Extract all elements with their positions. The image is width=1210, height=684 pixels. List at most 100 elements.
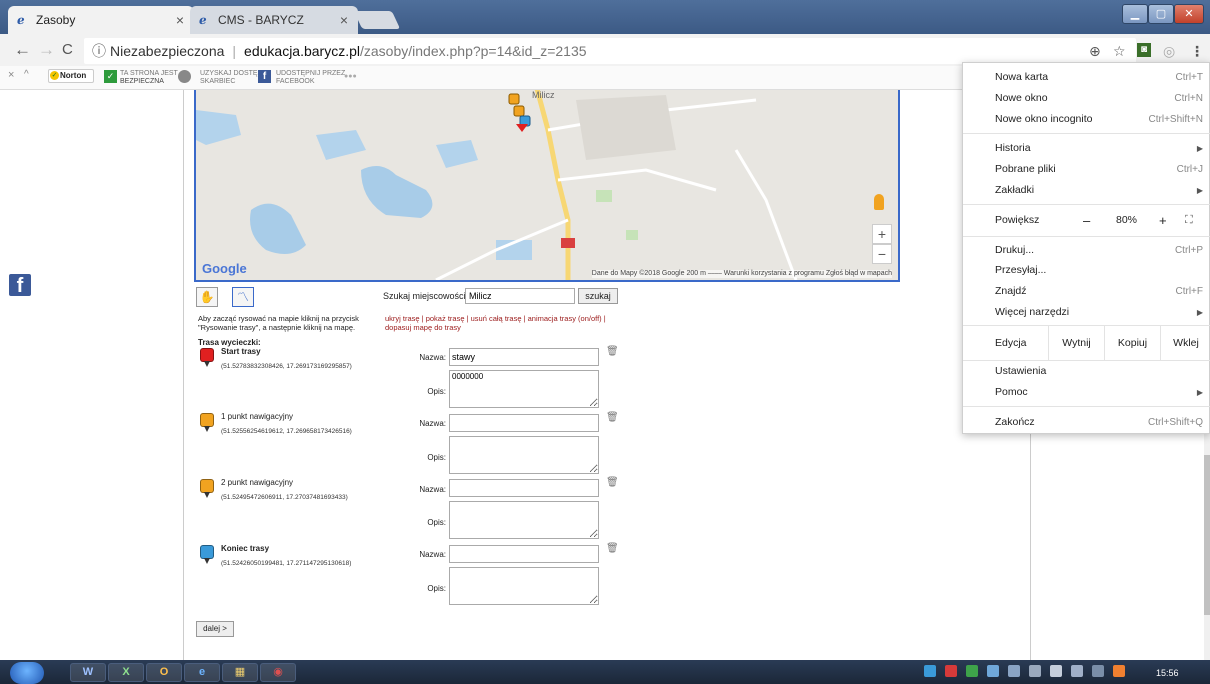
- search-button[interactable]: szukaj: [578, 288, 618, 304]
- draw-route-button[interactable]: 〽: [232, 287, 254, 307]
- waypoint-desc-textarea[interactable]: [449, 436, 599, 474]
- delete-waypoint-icon[interactable]: 🗑: [606, 543, 619, 554]
- extension-gray-icon[interactable]: ◎: [1163, 43, 1175, 60]
- norton-logo[interactable]: ✓ Norton: [48, 69, 94, 83]
- zoom-magnifier-icon[interactable]: ⊕: [1089, 43, 1101, 60]
- close-tab-icon[interactable]: ×: [176, 12, 184, 28]
- waypoint-name: 1 punkt nawigacyjny: [221, 412, 294, 421]
- menu-find[interactable]: Znajdź Ctrl+F: [963, 281, 1210, 301]
- facebook-share-button[interactable]: UDOSTĘPNIJ PRZEZ FACEBOOK: [276, 70, 345, 86]
- menu-more-tools[interactable]: Więcej narzędzi ▶: [963, 302, 1210, 322]
- menu-new-incognito[interactable]: Nowe okno incognito Ctrl+Shift+N: [963, 109, 1210, 129]
- delete-waypoint-icon[interactable]: 🗑: [606, 346, 619, 357]
- next-button[interactable]: dalej >: [196, 621, 234, 637]
- new-tab-button[interactable]: [353, 11, 401, 29]
- menu-downloads[interactable]: Pobrane pliki Ctrl+J: [963, 159, 1210, 179]
- hide-route-link[interactable]: ukryj trasę: [385, 314, 420, 323]
- route-line-icon: 〽: [236, 290, 249, 304]
- menu-cast[interactable]: Przesyłaj...: [963, 260, 1210, 280]
- bookmark-star-icon[interactable]: ☆: [1113, 43, 1126, 60]
- more-extensions-icon[interactable]: ●●●: [344, 73, 357, 81]
- waypoint-name-input[interactable]: [449, 545, 599, 563]
- tray-network-icon[interactable]: [1092, 665, 1104, 677]
- scrollbar-thumb[interactable]: [1204, 455, 1210, 615]
- delete-route-link[interactable]: usuń całą trasę: [471, 314, 522, 323]
- tray-wireless-icon[interactable]: [987, 665, 999, 677]
- zoom-out-button[interactable]: –: [1083, 213, 1090, 228]
- menu-new-tab[interactable]: Nowa karta Ctrl+T: [963, 67, 1210, 87]
- animation-toggle-link[interactable]: animacja trasy (on/off): [528, 314, 602, 323]
- address-bar[interactable]: ⓘ Niezabezpieczona | edukacja.barycz.pl …: [84, 38, 1136, 64]
- waypoint-coords: (51.52495472606911, 17.27037481693433): [221, 494, 348, 501]
- tray-security-icon[interactable]: [966, 665, 978, 677]
- waypoint-name-input[interactable]: [449, 348, 599, 366]
- safe-page-status[interactable]: TA STRONA JEST BEZPIECZNA: [120, 70, 178, 86]
- delete-waypoint-icon[interactable]: 🗑: [606, 477, 619, 488]
- street-view-pegman-icon[interactable]: [874, 194, 884, 210]
- waypoint-desc-textarea[interactable]: [449, 567, 599, 605]
- collapse-extbar-icon[interactable]: ^: [24, 70, 29, 80]
- tray-acrobat-icon[interactable]: [945, 665, 957, 677]
- tray-monitor-icon[interactable]: [1008, 665, 1020, 677]
- chrome-menu-icon[interactable]: ⋮: [1190, 43, 1204, 60]
- name-label: Nazwa:: [419, 550, 446, 559]
- menu-settings[interactable]: Ustawienia: [963, 361, 1210, 381]
- route-map[interactable]: Milicz Google Dane do Mapy ©2018 Google …: [194, 90, 900, 282]
- waypoint-name-input[interactable]: [449, 479, 599, 497]
- tray-signal-icon[interactable]: [1029, 665, 1041, 677]
- info-icon[interactable]: ⓘ: [92, 41, 106, 61]
- restore-window-icon[interactable]: ▢: [1148, 4, 1174, 24]
- norton-check-icon: ✓: [50, 71, 59, 80]
- menu-exit[interactable]: Zakończ Ctrl+Shift+Q: [963, 412, 1210, 432]
- fit-map-link[interactable]: dopasuj mapę do trasy: [385, 323, 461, 332]
- forward-arrow-icon[interactable]: →: [38, 41, 55, 59]
- minimize-window-icon[interactable]: ▁: [1122, 4, 1148, 24]
- taskbar-excel-icon[interactable]: X: [108, 663, 144, 682]
- facebook-icon[interactable]: f: [9, 274, 31, 297]
- close-extbar-icon[interactable]: ×: [8, 70, 14, 81]
- delete-waypoint-icon[interactable]: 🗑: [606, 412, 619, 423]
- vault-access-button[interactable]: UZYSKAJ DOSTĘP SKARBIEC: [200, 70, 262, 86]
- show-route-link[interactable]: pokaż trasę: [426, 314, 465, 323]
- menu-new-window[interactable]: Nowe okno Ctrl+N: [963, 88, 1210, 108]
- tray-volume-icon[interactable]: [1050, 665, 1062, 677]
- extension-shield-icon[interactable]: ◙: [1137, 43, 1151, 57]
- waypoint-desc-textarea[interactable]: [449, 501, 599, 539]
- tray-norton-icon[interactable]: [924, 665, 936, 677]
- tray-usb-icon[interactable]: [1071, 665, 1083, 677]
- close-window-icon[interactable]: ✕: [1174, 4, 1204, 24]
- close-tab-icon[interactable]: ×: [340, 12, 348, 28]
- taskbar-chrome-icon[interactable]: ◉: [260, 663, 296, 682]
- tab-zasoby[interactable]: ℯ Zasoby ×: [8, 6, 194, 34]
- menu-help[interactable]: Pomoc ▶: [963, 382, 1210, 402]
- taskbar-explorer-icon[interactable]: ▦: [222, 663, 258, 682]
- city-search-input[interactable]: [465, 288, 575, 304]
- taskbar-word-icon[interactable]: W: [70, 663, 106, 682]
- waypoint-desc-textarea[interactable]: 0000000: [449, 370, 599, 408]
- start-button-icon[interactable]: [10, 662, 44, 684]
- waypoint-name-input[interactable]: [449, 414, 599, 432]
- pan-hand-button[interactable]: ✋: [196, 287, 218, 307]
- url-host: edukacja.barycz.pl: [244, 43, 360, 59]
- map-zoom-out-button[interactable]: −: [872, 244, 892, 264]
- menu-bookmarks[interactable]: Zakładki ▶: [963, 180, 1210, 200]
- taskbar-ie-icon[interactable]: e: [184, 663, 220, 682]
- waypoint-marker-icon: [200, 413, 214, 432]
- zoom-in-button[interactable]: +: [1159, 213, 1167, 228]
- hand-icon: ✋: [199, 290, 215, 304]
- cut-button[interactable]: Wytnij: [1048, 326, 1104, 360]
- taskbar-outlook-icon[interactable]: O: [146, 663, 182, 682]
- tray-app-icon[interactable]: [1113, 665, 1125, 677]
- window-title-bar: ℯ Zasoby × ℯ CMS - BARYCZ × ▁ ▢ ✕: [0, 0, 1210, 34]
- reload-icon[interactable]: C: [62, 41, 73, 59]
- menu-history[interactable]: Historia ▶: [963, 138, 1210, 158]
- copy-button[interactable]: Kopiuj: [1104, 326, 1160, 360]
- back-arrow-icon[interactable]: ←: [14, 41, 31, 59]
- fullscreen-icon[interactable]: ⛶: [1185, 214, 1193, 227]
- paste-button[interactable]: Wklej: [1160, 326, 1210, 360]
- tab-cms-barycz[interactable]: ℯ CMS - BARYCZ ×: [190, 6, 358, 34]
- desc-label: Opis:: [427, 518, 446, 527]
- map-attribution[interactable]: Dane do Mapy ©2018 Google 200 m ⎯⎯⎯⎯ War…: [591, 270, 892, 278]
- map-zoom-in-button[interactable]: +: [872, 224, 892, 244]
- menu-print[interactable]: Drukuj... Ctrl+P: [963, 240, 1210, 260]
